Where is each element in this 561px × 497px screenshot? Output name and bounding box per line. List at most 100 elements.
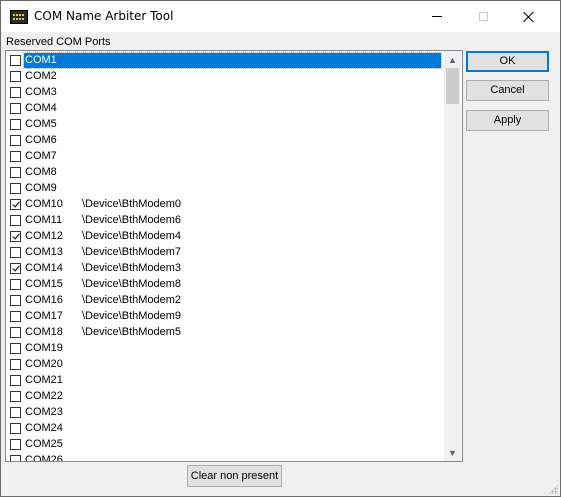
port-checkbox[interactable]: [10, 167, 21, 178]
port-checkbox[interactable]: [10, 215, 21, 226]
list-item[interactable]: COM9: [6, 181, 444, 197]
list-item[interactable]: COM24: [6, 421, 444, 437]
title-bar[interactable]: COM Name Arbiter Tool: [1, 1, 560, 32]
port-checkbox[interactable]: [10, 359, 21, 370]
port-checkbox[interactable]: [10, 103, 21, 114]
close-button[interactable]: [506, 1, 552, 32]
list-item[interactable]: COM12 \Device\BthModem4: [6, 229, 444, 245]
port-checkbox[interactable]: [10, 343, 21, 354]
port-name: COM5: [25, 118, 57, 130]
reserved-ports-label: Reserved COM Ports: [6, 36, 111, 48]
list-item[interactable]: COM16 \Device\BthModem2: [6, 293, 444, 309]
port-checkbox[interactable]: [10, 55, 21, 66]
port-label: COM24: [24, 421, 64, 436]
list-item[interactable]: COM8: [6, 165, 444, 181]
maximize-icon: [478, 12, 488, 21]
list-item[interactable]: COM7: [6, 149, 444, 165]
list-item[interactable]: COM6: [6, 133, 444, 149]
list-item[interactable]: COM10 \Device\BthModem0: [6, 197, 444, 213]
port-checkbox[interactable]: [10, 231, 21, 242]
list-item[interactable]: COM25: [6, 437, 444, 453]
list-item[interactable]: COM26: [6, 453, 444, 461]
port-checkbox[interactable]: [10, 327, 21, 338]
port-label: COM18 \Device\BthModem5: [24, 325, 181, 340]
port-checkbox[interactable]: [10, 151, 21, 162]
port-label: COM5: [24, 117, 58, 132]
list-item[interactable]: COM13 \Device\BthModem7: [6, 245, 444, 261]
port-checkbox[interactable]: [10, 119, 21, 130]
com-port-rows: COM1 COM2 COM3 COM4 COM5 COM6 COM7 COM8 COM9 COM1…: [6, 52, 444, 461]
list-item[interactable]: COM11 \Device\BthModem6: [6, 213, 444, 229]
port-name: COM21: [25, 374, 63, 386]
port-label: COM14 \Device\BthModem3: [24, 261, 181, 276]
port-checkbox[interactable]: [10, 71, 21, 82]
port-checkbox[interactable]: [10, 439, 21, 450]
port-name: COM1: [25, 54, 57, 66]
list-item[interactable]: COM17 \Device\BthModem9: [6, 309, 444, 325]
list-item[interactable]: COM19: [6, 341, 444, 357]
list-item[interactable]: COM22: [6, 389, 444, 405]
window-title: COM Name Arbiter Tool: [34, 9, 174, 23]
port-checkbox[interactable]: [10, 407, 21, 418]
port-label: COM11 \Device\BthModem6: [24, 213, 181, 228]
list-item[interactable]: COM3: [6, 85, 444, 101]
list-item[interactable]: COM21: [6, 373, 444, 389]
port-checkbox[interactable]: [10, 375, 21, 386]
port-checkbox[interactable]: [10, 183, 21, 194]
port-name: COM13: [25, 246, 63, 258]
port-device: \Device\BthModem9: [82, 310, 182, 322]
vertical-scrollbar[interactable]: ▲ ▼: [444, 51, 461, 461]
port-device: \Device\BthModem4: [82, 230, 182, 242]
port-label: COM7: [24, 149, 58, 164]
scroll-thumb[interactable]: [446, 68, 459, 104]
com-port-list[interactable]: COM1 COM2 COM3 COM4 COM5 COM6 COM7 COM8 COM9 COM1…: [5, 50, 463, 462]
port-checkbox[interactable]: [10, 87, 21, 98]
list-item[interactable]: COM18 \Device\BthModem5: [6, 325, 444, 341]
port-name: COM8: [25, 166, 57, 178]
list-item[interactable]: COM1: [6, 52, 444, 69]
port-name: COM10: [25, 198, 63, 210]
list-item[interactable]: COM20: [6, 357, 444, 373]
list-item[interactable]: COM14 \Device\BthModem3: [6, 261, 444, 277]
port-name: COM16: [25, 294, 63, 306]
list-item[interactable]: COM2: [6, 69, 444, 85]
port-checkbox[interactable]: [10, 135, 21, 146]
port-label: COM23: [24, 405, 64, 420]
cancel-button[interactable]: Cancel: [466, 80, 549, 101]
port-label: COM12 \Device\BthModem4: [24, 229, 181, 244]
port-label: COM26: [24, 453, 64, 461]
dialog-window: COM Name Arbiter Tool Reserved COM Ports…: [0, 0, 561, 497]
port-checkbox[interactable]: [10, 263, 21, 274]
port-label: COM9: [24, 181, 58, 196]
port-checkbox[interactable]: [10, 423, 21, 434]
list-item[interactable]: COM23: [6, 405, 444, 421]
ok-button[interactable]: OK: [466, 51, 549, 72]
scroll-down-icon[interactable]: ▼: [444, 444, 461, 461]
port-device: \Device\BthModem3: [82, 262, 182, 274]
scroll-up-icon[interactable]: ▲: [444, 51, 461, 68]
port-checkbox[interactable]: [10, 391, 21, 402]
list-item[interactable]: COM5: [6, 117, 444, 133]
apply-button[interactable]: Apply: [466, 110, 549, 131]
port-checkbox[interactable]: [10, 199, 21, 210]
port-checkbox[interactable]: [10, 247, 21, 258]
port-checkbox[interactable]: [10, 279, 21, 290]
minimize-button[interactable]: [414, 1, 460, 32]
port-checkbox[interactable]: [10, 311, 21, 322]
maximize-button: [460, 1, 506, 32]
port-label: COM20: [24, 357, 64, 372]
port-name: COM9: [25, 182, 57, 194]
port-name: COM19: [25, 342, 63, 354]
port-name: COM17: [25, 310, 63, 322]
minimize-icon: [432, 16, 442, 17]
port-label: COM1: [23, 52, 442, 69]
list-item[interactable]: COM15 \Device\BthModem8: [6, 277, 444, 293]
list-item[interactable]: COM4: [6, 101, 444, 117]
port-checkbox[interactable]: [10, 455, 21, 461]
port-label: COM17 \Device\BthModem9: [24, 309, 181, 324]
port-name: COM4: [25, 102, 57, 114]
port-checkbox[interactable]: [10, 295, 21, 306]
port-name: COM15: [25, 278, 63, 290]
clear-non-present-button[interactable]: Clear non present: [187, 465, 282, 487]
resize-grip-icon[interactable]: [548, 484, 558, 494]
